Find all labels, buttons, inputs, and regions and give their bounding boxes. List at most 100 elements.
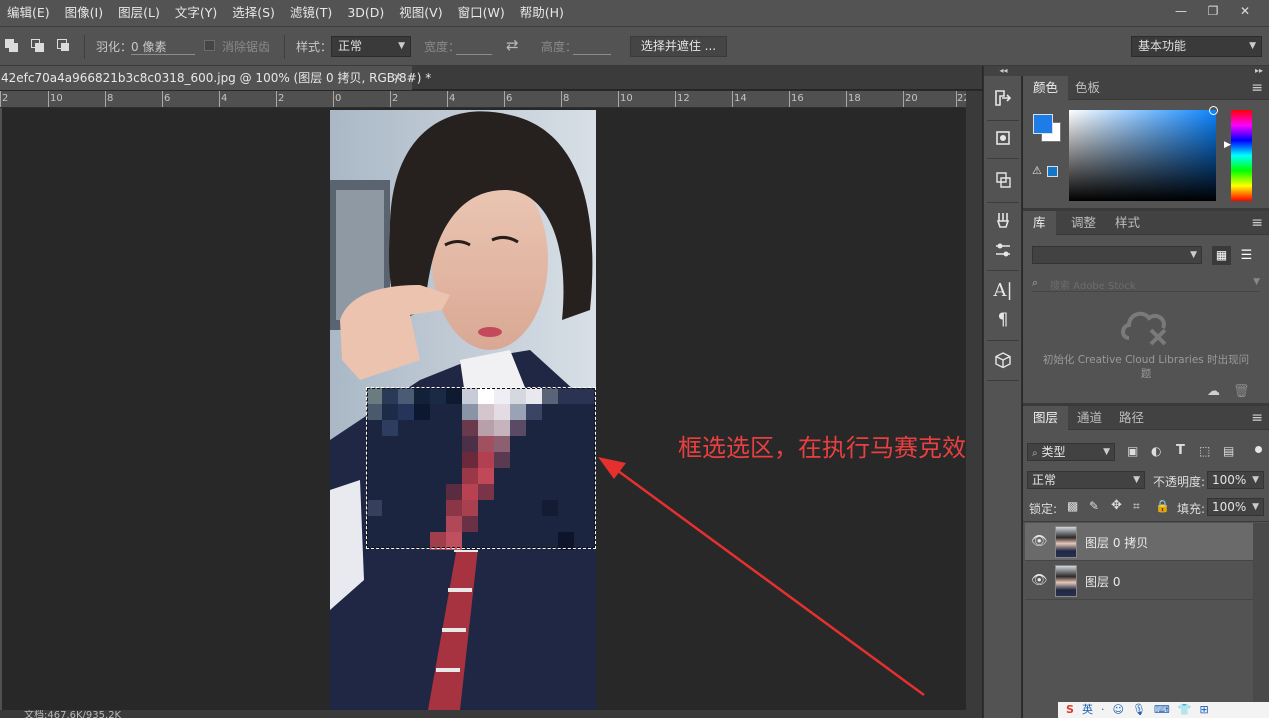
filter-pixel-icon[interactable]: ▣: [1127, 444, 1138, 458]
workspace-select[interactable]: 基本功能 ▼: [1131, 36, 1262, 57]
vertical-scrollbar[interactable]: [966, 91, 982, 710]
close-icon[interactable]: ✕: [393, 66, 402, 90]
tab-paths[interactable]: 路径: [1109, 406, 1154, 430]
filter-shape-icon[interactable]: ⬚: [1199, 444, 1210, 458]
style-label: 样式：: [296, 40, 333, 54]
3d-cube-icon[interactable]: [988, 346, 1018, 374]
emoji-icon[interactable]: ☺: [1112, 702, 1123, 718]
tab-adjustments[interactable]: 调整: [1061, 211, 1106, 235]
character-icon[interactable]: A|: [988, 276, 1018, 304]
filter-adjustment-icon[interactable]: ◐: [1151, 444, 1161, 458]
lock-all-icon[interactable]: 🔒: [1155, 499, 1170, 513]
blend-mode-select[interactable]: 正常 ▼: [1027, 471, 1145, 489]
right-panels: ▸▸ 颜色 色板 ≡ ⚠ ▶ 库 调整 样式 ≡ ▼ ▦ ☰ ⌕ 搜索 Adob…: [1023, 66, 1269, 718]
tab-swatches[interactable]: 色板: [1065, 76, 1110, 100]
brush-icon[interactable]: [988, 206, 1018, 234]
web-color-swatch[interactable]: [1047, 166, 1058, 177]
swap-icon[interactable]: ⇄: [506, 36, 519, 54]
layer-name: 图层 0: [1085, 575, 1121, 589]
tab-styles[interactable]: 样式: [1105, 211, 1150, 235]
keyboard-icon[interactable]: ⌨: [1154, 702, 1170, 718]
restore-button[interactable]: ❐: [1197, 0, 1229, 22]
document-tab[interactable]: 42efc70a4a966821b3c8c0318_600.jpg @ 100%…: [0, 66, 431, 90]
height-input[interactable]: [573, 54, 611, 55]
chevron-down-icon: ▼: [1252, 502, 1259, 512]
opacity-input[interactable]: 100% ▼: [1207, 471, 1264, 489]
color-picker-handle[interactable]: [1209, 106, 1218, 115]
tab-channels[interactable]: 通道: [1067, 406, 1112, 430]
gamut-warning-icon[interactable]: ⚠: [1032, 164, 1042, 177]
menu-filter[interactable]: 滤镜(T): [283, 0, 340, 26]
cc-sync-icon[interactable]: ☁: [1207, 384, 1220, 399]
tab-color[interactable]: 颜色: [1023, 76, 1069, 100]
properties-icon[interactable]: [988, 124, 1018, 152]
style-select[interactable]: 正常 ▼: [331, 36, 411, 57]
menu-edit[interactable]: 编辑(E): [0, 0, 58, 26]
panel-menu-icon[interactable]: ≡: [1251, 410, 1263, 426]
skin-icon[interactable]: 👕: [1178, 702, 1192, 718]
menu-image[interactable]: 图像(I): [58, 0, 111, 26]
library-select[interactable]: ▼: [1032, 246, 1202, 264]
tab-layers[interactable]: 图层: [1023, 406, 1069, 430]
menu-select[interactable]: 选择(S): [225, 0, 283, 26]
brush-settings-icon[interactable]: [988, 236, 1018, 264]
filter-smart-object-icon[interactable]: ▤: [1223, 444, 1234, 458]
chevron-down-icon: ▼: [1133, 475, 1140, 485]
toolbox-icon[interactable]: ⊞: [1199, 702, 1208, 718]
grid-view-icon[interactable]: ▦: [1212, 246, 1231, 265]
layer-row[interactable]: 👁 图层 0 拷贝: [1025, 523, 1253, 561]
tab-libraries[interactable]: 库: [1023, 211, 1056, 235]
list-view-icon[interactable]: ☰: [1237, 246, 1256, 265]
close-window-button[interactable]: ✕: [1229, 0, 1261, 22]
visibility-eye-icon[interactable]: 👁: [1031, 573, 1048, 588]
canvas-area[interactable]: 框选选区，在执行马赛克效果: [2, 108, 966, 710]
panel-menu-icon[interactable]: ≡: [1251, 215, 1263, 231]
marquee-selection[interactable]: [366, 387, 596, 549]
menu-3d[interactable]: 3D(D): [340, 0, 392, 26]
lock-artboard-icon[interactable]: ⌗: [1133, 499, 1140, 514]
horizontal-ruler[interactable]: 2 10 8 6 4 2 0 2 4 6 8 10 12 14 16 18 20…: [0, 91, 966, 108]
foreground-color-swatch[interactable]: [1033, 114, 1053, 134]
lock-move-icon[interactable]: ✥: [1111, 498, 1122, 513]
sogou-ime-icon[interactable]: S: [1066, 702, 1074, 718]
menu-layer[interactable]: 图层(L): [111, 0, 168, 26]
color-field[interactable]: [1069, 110, 1216, 201]
paragraph-icon[interactable]: ¶: [988, 306, 1018, 334]
panel-menu-icon[interactable]: ≡: [1251, 80, 1263, 96]
layer-filter-select[interactable]: ⌕ 类型 ▼: [1027, 443, 1115, 461]
lock-brush-icon[interactable]: ✎: [1089, 499, 1099, 513]
trash-icon[interactable]: 🗑: [1233, 384, 1250, 399]
clone-source-icon[interactable]: [988, 166, 1018, 194]
annotation-arrow-icon: [598, 457, 925, 697]
fill-label: 填充:: [1177, 502, 1206, 516]
width-input[interactable]: [456, 54, 492, 55]
ime-language-toggle[interactable]: 英: [1082, 702, 1093, 718]
menu-type[interactable]: 文字(Y): [168, 0, 225, 26]
filter-toggle[interactable]: [1255, 446, 1262, 453]
history-icon[interactable]: [988, 84, 1018, 112]
panel-expand-icon[interactable]: ▸▸: [1023, 66, 1269, 76]
antialias-checkbox[interactable]: [204, 40, 215, 51]
menu-view[interactable]: 视图(V): [392, 0, 450, 26]
new-selection-icon[interactable]: [5, 39, 19, 53]
ruler-number: 2: [392, 93, 399, 104]
antialias-label: 消除锯齿: [222, 40, 271, 54]
visibility-eye-icon[interactable]: 👁: [1031, 534, 1048, 549]
stock-search-field[interactable]: ⌕ 搜索 Adobe Stock ▼: [1032, 274, 1260, 292]
fill-input[interactable]: 100% ▼: [1207, 498, 1264, 516]
feather-input[interactable]: 0 像素: [131, 38, 166, 55]
menu-window[interactable]: 窗口(W): [451, 0, 513, 26]
ime-punctuation-icon[interactable]: ·: [1101, 702, 1105, 718]
filter-type-icon[interactable]: T: [1176, 443, 1185, 458]
layer-row[interactable]: 👁 图层 0: [1025, 562, 1253, 600]
select-and-mask-button[interactable]: 选择并遮住 ...: [630, 36, 727, 57]
lock-transparent-icon[interactable]: ▩: [1067, 499, 1078, 513]
hue-slider[interactable]: [1231, 110, 1252, 201]
menu-help[interactable]: 帮助(H): [513, 0, 572, 26]
collapse-icon[interactable]: ◂◂: [984, 66, 1023, 76]
minimize-button[interactable]: —: [1165, 0, 1197, 22]
subtract-selection-icon[interactable]: [57, 39, 71, 53]
microphone-icon[interactable]: 🎙: [1132, 702, 1146, 718]
add-selection-icon[interactable]: [31, 39, 45, 53]
layers-scrollbar[interactable]: [1253, 523, 1269, 703]
